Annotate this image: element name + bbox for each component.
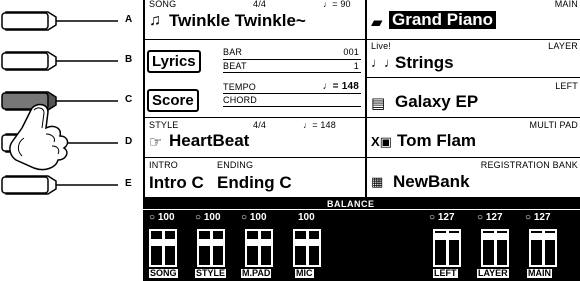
mpad-balance-value: ○ 100 [241, 212, 267, 223]
ending-value: Ending C [217, 173, 292, 192]
style-balance-slider[interactable] [197, 229, 225, 267]
ending-label: ENDING [217, 160, 254, 170]
score-button[interactable]: Score [147, 89, 199, 112]
bar-value: 001 [343, 47, 359, 57]
tempo-value: ♩= 148 [322, 81, 359, 92]
song-balance-value: ○ 100 [149, 212, 175, 223]
style-balance-number: 100 [203, 212, 221, 223]
song-label: SONG [149, 0, 177, 9]
left-voice-name: Galaxy EP [395, 92, 479, 111]
layer-balance-value: ○ 127 [477, 212, 503, 223]
intro-value: Intro C [149, 173, 204, 192]
side-button-d-letter: D [125, 136, 133, 147]
layer-voice-cell[interactable]: Live! LAYER ♩♩ Strings [367, 40, 580, 78]
beat-value: 1 [353, 61, 359, 71]
main-balance-slider[interactable] [529, 229, 557, 267]
main-label: MAIN [554, 0, 578, 9]
tempo-label: TEMPO [223, 82, 257, 92]
balance-rule [143, 209, 580, 210]
left-voice-cell[interactable]: LEFT ▤ Galaxy EP [367, 78, 580, 118]
button-b-shape [1, 51, 118, 71]
keyboard-icon: ▤ [371, 95, 386, 112]
layer-balance-slider[interactable] [481, 229, 509, 267]
strings-icon: ♩♩ [371, 55, 397, 70]
mic-balance-label: MIC [295, 268, 314, 278]
chord-row: CHORD [223, 94, 361, 107]
style-cell[interactable]: STYLE 4/4 ♩= 148 ☞ HeartBeat [145, 118, 365, 158]
song-tempo: ♩= 90 [323, 0, 351, 9]
main-voice-name: Grand Piano [389, 11, 497, 29]
song-cell[interactable]: SONG 4/4 ♩= 90 ♫ Twinkle Twinkle~ [145, 0, 365, 40]
style-balance-value: ○ 100 [195, 212, 221, 223]
main-balance-number: 127 [533, 212, 551, 223]
left-balance-slider[interactable] [433, 229, 461, 267]
side-button-c-letter: C [125, 94, 133, 105]
song-name: Twinkle Twinkle~ [169, 11, 306, 30]
multipad-cell[interactable]: MULTI PAD X▣ Tom Flam [367, 118, 580, 158]
side-button-e-letter: E [125, 178, 132, 189]
song-position-info: BAR 001 BEAT 1 TEMPO ♩= 148 CHORD [223, 40, 361, 118]
live-label: Live! [371, 41, 392, 51]
multipad-label: MULTI PAD [529, 120, 578, 130]
layer-voice-name: Strings [395, 53, 454, 72]
mpad-balance-label: M.PAD [241, 268, 272, 278]
registration-bank-name: NewBank [393, 172, 470, 191]
main-balance-label: MAIN [527, 268, 552, 278]
layer-label: LAYER [548, 41, 578, 51]
piano-icon: ▰ [371, 14, 383, 31]
song-time-signature: 4/4 [253, 0, 267, 9]
button-a-shape [1, 11, 118, 31]
style-tempo: ♩= 148 [303, 120, 336, 130]
style-name: HeartBeat [169, 131, 250, 150]
chord-label: CHORD [223, 95, 257, 105]
bar-label: BAR [223, 47, 243, 57]
mic-balance-slider[interactable] [293, 229, 321, 267]
song-info-cell: Lyrics Score BAR 001 BEAT 1 TEMPO ♩= 148… [145, 40, 365, 118]
song-balance-number: 100 [157, 212, 175, 223]
song-balance-slider[interactable] [149, 229, 177, 267]
beat-label: BEAT [223, 61, 247, 71]
side-button-b[interactable]: B [0, 50, 132, 72]
main-balance-value: ○ 127 [525, 212, 551, 223]
side-button-a[interactable]: A [0, 10, 132, 32]
mpad-balance-number: 100 [249, 212, 267, 223]
left-balance-label: LEFT [433, 268, 458, 278]
balance-panel: BALANCE ○ 100 SONG ○ 100 STYLE ○ 100 M.P… [143, 197, 580, 281]
mpad-balance-slider[interactable] [245, 229, 273, 267]
side-button-b-letter: B [125, 54, 133, 65]
balance-title: BALANCE [327, 199, 375, 209]
left-balance-number: 127 [437, 212, 455, 223]
left-balance-value: ○ 127 [429, 212, 455, 223]
style-icon: ☞ [149, 134, 163, 151]
multipad-icon: X▣ [371, 134, 392, 149]
song-balance-label: SONG [149, 268, 178, 278]
mic-balance-value: 100 [298, 212, 315, 223]
lcd-screen: SONG 4/4 ♩= 90 ♫ Twinkle Twinkle~ Lyrics… [143, 0, 580, 281]
registration-bank-icon: ▦ [371, 174, 384, 189]
lyrics-button[interactable]: Lyrics [147, 50, 201, 73]
layer-balance-number: 127 [485, 212, 503, 223]
multipad-name: Tom Flam [397, 131, 477, 150]
beat-row: BEAT 1 [223, 60, 361, 73]
intro-ending-cell[interactable]: INTRO ENDING Intro C Ending C [145, 158, 365, 197]
registration-bank-cell[interactable]: REGISTRATION BANK ▦ NewBank [367, 158, 580, 197]
left-label: LEFT [555, 81, 578, 91]
pressing-hand-icon [9, 103, 69, 171]
registration-bank-label: REGISTRATION BANK [480, 160, 578, 170]
side-button-a-letter: A [125, 14, 133, 25]
bar-row: BAR 001 [223, 46, 361, 60]
layer-balance-label: LAYER [477, 268, 509, 278]
intro-label: INTRO [149, 160, 178, 170]
song-note-icon: ♫ [149, 12, 161, 29]
tempo-row[interactable]: TEMPO ♩= 148 [223, 80, 361, 94]
style-balance-label: STYLE [195, 268, 227, 278]
style-label: STYLE [149, 120, 179, 130]
main-voice-cell[interactable]: MAIN ▰ Grand Piano [367, 0, 580, 40]
style-time-signature: 4/4 [253, 120, 267, 130]
